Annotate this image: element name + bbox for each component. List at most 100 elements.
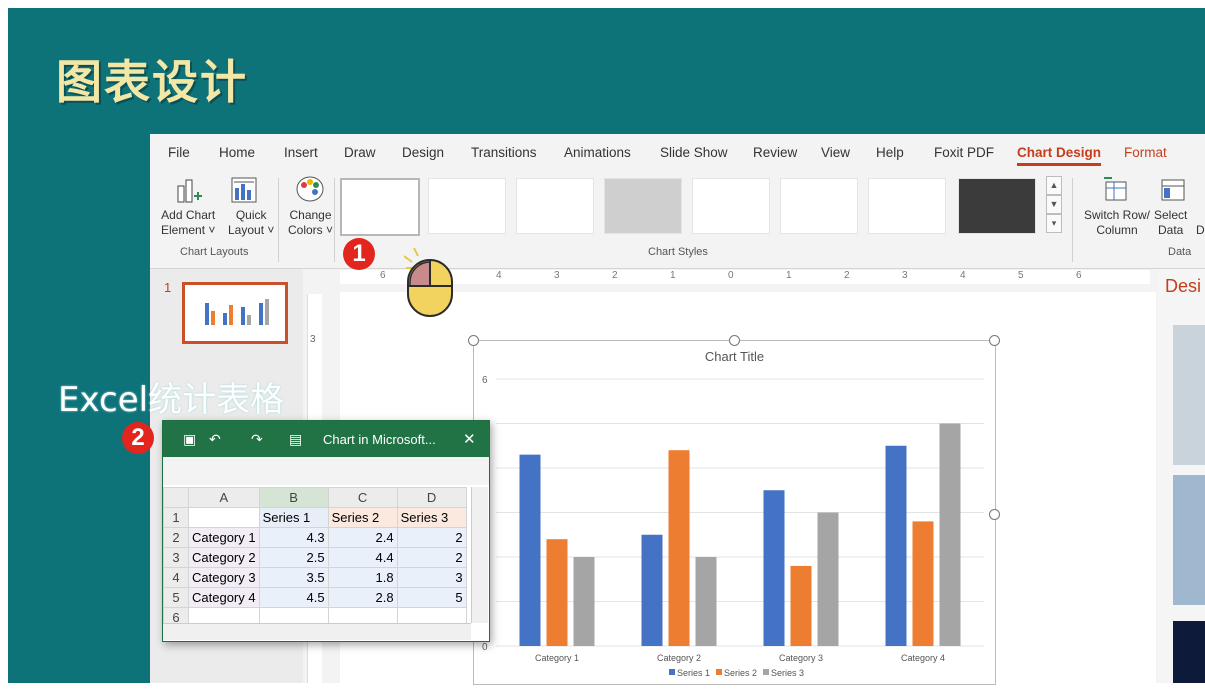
edit-data-label-cut: D (1196, 223, 1205, 237)
undo-icon[interactable]: ↶ (209, 431, 221, 448)
column-header[interactable]: A (188, 487, 260, 508)
palette-icon (296, 176, 324, 202)
separator (1072, 178, 1073, 262)
tab-help[interactable]: Help (876, 145, 904, 160)
slide-thumbnail[interactable] (182, 282, 288, 344)
save-icon[interactable]: ▣ (183, 431, 196, 448)
chart-style-4[interactable] (604, 178, 682, 234)
tab-draw[interactable]: Draw (344, 145, 376, 160)
tab-format[interactable]: Format (1124, 145, 1167, 160)
tab-insert[interactable]: Insert (284, 145, 318, 160)
select-data-icon (1161, 179, 1185, 201)
tab-file[interactable]: File (168, 145, 190, 160)
bar (817, 512, 839, 646)
category-cell[interactable]: Category 4 (188, 587, 260, 608)
designer-panel (1157, 269, 1205, 683)
redo-icon[interactable]: ↷ (251, 431, 263, 448)
column-header[interactable]: D (396, 487, 467, 508)
category-cell[interactable]: Category 2 (188, 547, 260, 568)
chart-style-3[interactable] (516, 178, 594, 234)
tab-chart-design[interactable]: Chart Design (1017, 145, 1102, 166)
excel-label: Excel统计表格 (58, 380, 285, 420)
value-cell[interactable]: 4.4 (327, 547, 398, 568)
mouse-icon (404, 247, 453, 317)
bar (885, 445, 907, 646)
ruler-tick: 2 (844, 270, 850, 281)
value-cell[interactable]: 2.8 (327, 587, 398, 608)
row-header[interactable]: 1 (163, 507, 189, 528)
value-cell[interactable]: 1.8 (327, 567, 398, 588)
styles-scroll-down-button[interactable]: ▼ (1046, 195, 1062, 214)
row-header[interactable]: 3 (163, 547, 189, 568)
design-thumbnail-3[interactable] (1173, 621, 1205, 683)
tab-transitions[interactable]: Transitions (471, 145, 537, 160)
tab-home[interactable]: Home (219, 145, 255, 160)
value-cell[interactable]: 2 (396, 527, 467, 548)
tab-slide-show[interactable]: Slide Show (660, 145, 728, 160)
row-header[interactable]: 2 (163, 527, 189, 548)
excel-window[interactable]: ▣ ↶ ↷ ▤ Chart in Microsoft... ✕ A B C D … (162, 420, 490, 642)
styles-scroll-up-button[interactable]: ▲ (1046, 176, 1062, 195)
excel-window-title: Chart in Microsoft... (323, 432, 436, 447)
value-cell[interactable]: 3.5 (258, 567, 329, 588)
chart-style-5[interactable] (692, 178, 770, 234)
vertical-scrollbar[interactable] (471, 487, 488, 623)
step-badge-2: 2 (122, 422, 154, 454)
column-header[interactable]: B (258, 487, 329, 508)
resize-handle[interactable] (989, 509, 1000, 520)
tab-review[interactable]: Review (753, 145, 797, 160)
resize-handle[interactable] (468, 335, 479, 346)
series-header-cell[interactable]: Series 2 (327, 507, 398, 528)
tab-design[interactable]: Design (402, 145, 444, 160)
chart-style-8[interactable] (958, 178, 1036, 234)
series-header-cell[interactable]: Series 3 (396, 507, 467, 528)
bar (790, 565, 812, 646)
row-header[interactable]: 5 (163, 587, 189, 608)
tab-foxit-pdf[interactable]: Foxit PDF (934, 145, 994, 160)
tab-animations[interactable]: Animations (564, 145, 631, 160)
ruler-tick: 4 (496, 270, 502, 281)
bar (763, 490, 785, 646)
design-thumbnail-1[interactable] (1173, 325, 1205, 465)
value-cell[interactable]: 3 (396, 567, 467, 588)
quick-layout-label: Quick Layout ˅ (228, 208, 275, 237)
select-all-cell[interactable] (163, 487, 189, 508)
bar (668, 450, 690, 646)
bar (641, 534, 663, 646)
chart-style-7[interactable] (868, 178, 946, 234)
chart-area[interactable]: 056Chart TitleCategory 1Category 2Catego… (473, 340, 996, 685)
table-cell[interactable] (188, 507, 260, 528)
category-cell[interactable]: Category 1 (188, 527, 260, 548)
chart-style-1[interactable] (340, 178, 420, 236)
design-thumbnail-2[interactable] (1173, 475, 1205, 605)
close-icon[interactable]: ✕ (463, 430, 476, 448)
category-cell[interactable]: Category 3 (188, 567, 260, 588)
excel-spreadsheet[interactable]: A B C D 1 Series 1 Series 2 Series 3 2 C… (163, 487, 467, 628)
x-tick-label: Category 1 (535, 653, 579, 663)
select-data-label: Select Data (1154, 208, 1188, 237)
ruler-tick: 5 (1018, 270, 1024, 281)
value-cell[interactable]: 2.5 (258, 547, 329, 568)
chart-title: Chart Title (705, 349, 764, 364)
row-header[interactable]: 4 (163, 567, 189, 588)
value-cell[interactable]: 2 (396, 547, 467, 568)
styles-more-button[interactable]: ▾ (1046, 214, 1062, 233)
bar (519, 454, 541, 646)
column-header[interactable]: C (327, 487, 398, 508)
value-cell[interactable]: 5 (396, 587, 467, 608)
value-cell[interactable]: 4.5 (258, 587, 329, 608)
chart-style-2[interactable] (428, 178, 506, 234)
value-cell[interactable]: 4.3 (258, 527, 329, 548)
edit-in-excel-icon[interactable]: ▤ (289, 431, 302, 448)
series-header-cell[interactable]: Series 1 (258, 507, 329, 528)
chart-style-6[interactable] (780, 178, 858, 234)
tab-view[interactable]: View (821, 145, 850, 160)
x-tick-label: Category 4 (901, 653, 945, 663)
value-cell[interactable]: 2.4 (327, 527, 398, 548)
resize-handle[interactable] (989, 335, 1000, 346)
resize-handle[interactable] (729, 335, 740, 346)
separator (334, 178, 335, 262)
legend-label: Series 3 (771, 668, 804, 678)
horizontal-scrollbar[interactable] (163, 623, 471, 640)
legend-swatch (669, 669, 675, 675)
